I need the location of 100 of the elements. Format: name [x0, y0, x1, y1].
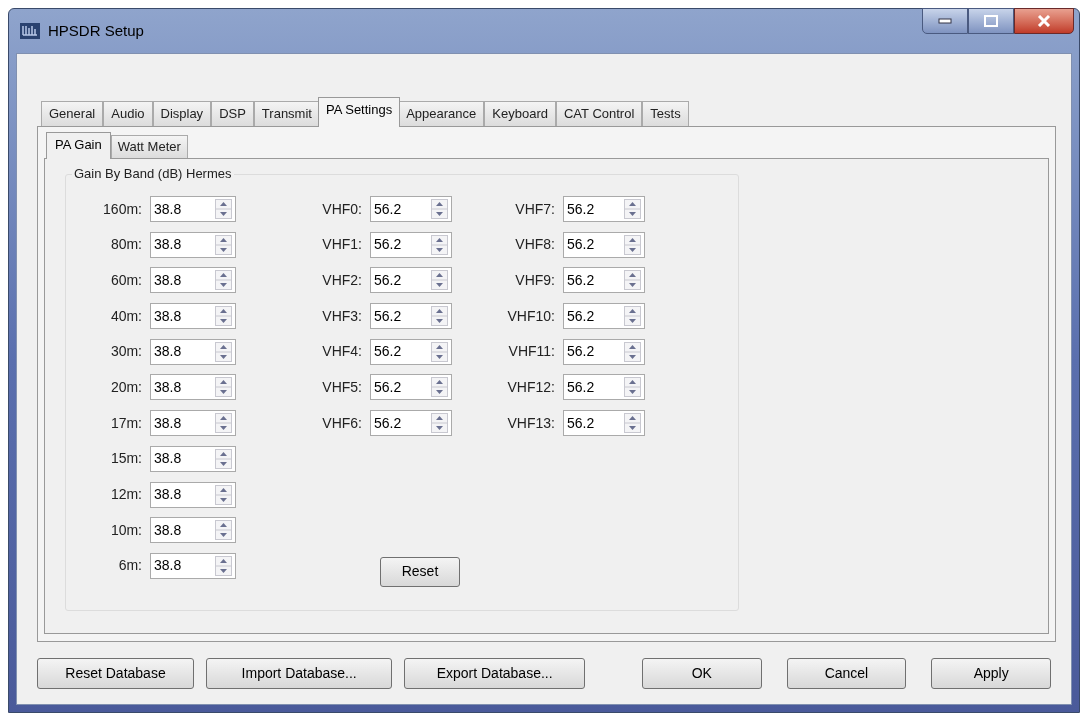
field-label: 20m: — [109, 377, 143, 397]
tab[interactable]: CAT Control — [555, 101, 643, 126]
spin-arrows-icon — [624, 234, 641, 255]
spin-box[interactable]: 56.2 — [370, 196, 452, 222]
field-label: VHF6: — [321, 413, 363, 433]
footer-button[interactable]: Reset Database — [37, 658, 194, 689]
window-title: HPSDR Setup — [48, 20, 144, 41]
spin-box[interactable]: 38.8 — [150, 445, 236, 472]
spin-arrows-icon — [215, 448, 232, 469]
minimize-icon — [938, 18, 952, 24]
spin-arrows-icon — [215, 555, 232, 576]
spin-box[interactable]: 56.2 — [563, 196, 645, 222]
spin-box[interactable]: 56.2 — [563, 267, 645, 294]
spin-box[interactable]: 56.2 — [563, 231, 645, 258]
spin-box[interactable]: 56.2 — [563, 303, 645, 330]
spin-box[interactable]: 38.8 — [150, 517, 236, 544]
field-label: VHF10: — [506, 306, 556, 326]
spin-box[interactable]: 56.2 — [370, 303, 452, 330]
spin-box[interactable]: 56.2 — [370, 410, 452, 437]
spin-box[interactable]: 56.2 — [370, 338, 452, 365]
spin-box[interactable]: 38.8 — [150, 231, 236, 258]
tab[interactable]: Appearance — [398, 101, 485, 126]
field-label: 60m: — [109, 270, 143, 290]
field-label: VHF8: — [514, 235, 556, 255]
tab[interactable]: Transmit — [253, 101, 320, 126]
tab[interactable]: PA Gain — [46, 132, 111, 159]
spin-arrows-icon — [431, 270, 448, 291]
spin-box[interactable]: 38.8 — [150, 267, 236, 294]
spin-box[interactable]: 38.8 — [150, 196, 236, 222]
spin-arrows-icon — [215, 234, 232, 255]
spin-arrows-icon — [431, 234, 448, 255]
field-label: VHF11: — [507, 342, 556, 362]
spin-arrows-icon — [624, 377, 641, 398]
field-label: 80m: — [109, 235, 143, 255]
spin-arrows-icon — [215, 341, 232, 362]
spin-arrows-icon — [431, 413, 448, 434]
spin-arrows-icon — [215, 306, 232, 327]
spin-arrows-icon — [215, 377, 232, 398]
footer-button[interactable]: OK — [641, 658, 762, 689]
group-title: Gain By Band (dB) Hermes — [72, 166, 234, 182]
spin-box[interactable]: 38.8 — [150, 374, 236, 401]
field-label: 40m: — [109, 306, 143, 326]
field-label: VHF5: — [321, 377, 363, 397]
field-label: 30m: — [109, 342, 143, 362]
field-label: VHF3: — [321, 306, 363, 326]
spin-box[interactable]: 56.2 — [370, 231, 452, 258]
spin-arrows-icon — [624, 341, 641, 362]
spin-arrows-icon — [624, 306, 641, 327]
field-label: 10m: — [109, 520, 143, 540]
maximize-icon — [984, 15, 998, 27]
field-label: 15m: — [109, 449, 143, 469]
spin-box[interactable]: 56.2 — [370, 374, 452, 401]
field-label: 17m: — [109, 413, 143, 433]
spin-arrows-icon — [624, 199, 641, 219]
spin-arrows-icon — [215, 484, 232, 505]
spin-arrows-icon — [431, 377, 448, 398]
footer-button[interactable]: Apply — [931, 658, 1051, 689]
spin-arrows-icon — [431, 341, 448, 362]
field-label: VHF0: — [321, 199, 363, 219]
spin-box[interactable]: 38.8 — [150, 338, 236, 365]
spin-box[interactable]: 56.2 — [563, 410, 645, 437]
field-label: 160m: — [102, 199, 143, 219]
tab[interactable]: PA Settings — [317, 97, 401, 127]
maximize-button[interactable] — [968, 8, 1014, 34]
footer-button[interactable]: Export Database... — [404, 658, 585, 689]
tab[interactable]: DSP — [211, 101, 254, 126]
tab[interactable]: Keyboard — [484, 101, 556, 126]
spin-arrows-icon — [215, 413, 232, 434]
footer-button[interactable]: Cancel — [786, 658, 907, 689]
spin-box[interactable]: 56.2 — [563, 374, 645, 401]
spin-arrows-icon — [215, 199, 232, 219]
spin-box[interactable]: 38.8 — [150, 303, 236, 330]
footer-button[interactable]: Import Database... — [205, 658, 393, 689]
field-label: VHF2: — [321, 270, 363, 290]
reset-button[interactable]: Reset — [380, 556, 460, 587]
tab[interactable]: Tests — [642, 101, 689, 126]
spin-arrows-icon — [624, 270, 641, 291]
spin-arrows-icon — [215, 520, 232, 541]
spin-box[interactable]: 38.8 — [150, 481, 236, 508]
field-label: VHF9: — [514, 270, 556, 290]
field-label: VHF13: — [506, 413, 556, 433]
spin-box[interactable]: 56.2 — [563, 338, 645, 365]
spin-box[interactable]: 56.2 — [370, 267, 452, 294]
spin-box[interactable]: 38.8 — [150, 410, 236, 437]
spin-arrows-icon — [215, 270, 232, 291]
field-label: VHF4: — [321, 342, 363, 362]
minimize-button[interactable] — [922, 8, 968, 34]
close-button[interactable] — [1014, 8, 1074, 34]
field-label: VHF1: — [321, 235, 363, 255]
field-label: 6m: — [117, 556, 143, 576]
tab[interactable]: Watt Meter — [110, 135, 188, 158]
tab[interactable]: Audio — [103, 101, 153, 126]
spin-arrows-icon — [431, 199, 448, 219]
tab[interactable]: Display — [152, 101, 212, 126]
field-label: 12m: — [109, 485, 143, 504]
spin-arrows-icon — [624, 413, 641, 434]
tab[interactable]: General — [41, 101, 104, 126]
field-label: VHF12: — [506, 377, 556, 397]
close-icon — [1037, 15, 1051, 27]
spin-box[interactable]: 38.8 — [150, 552, 236, 579]
